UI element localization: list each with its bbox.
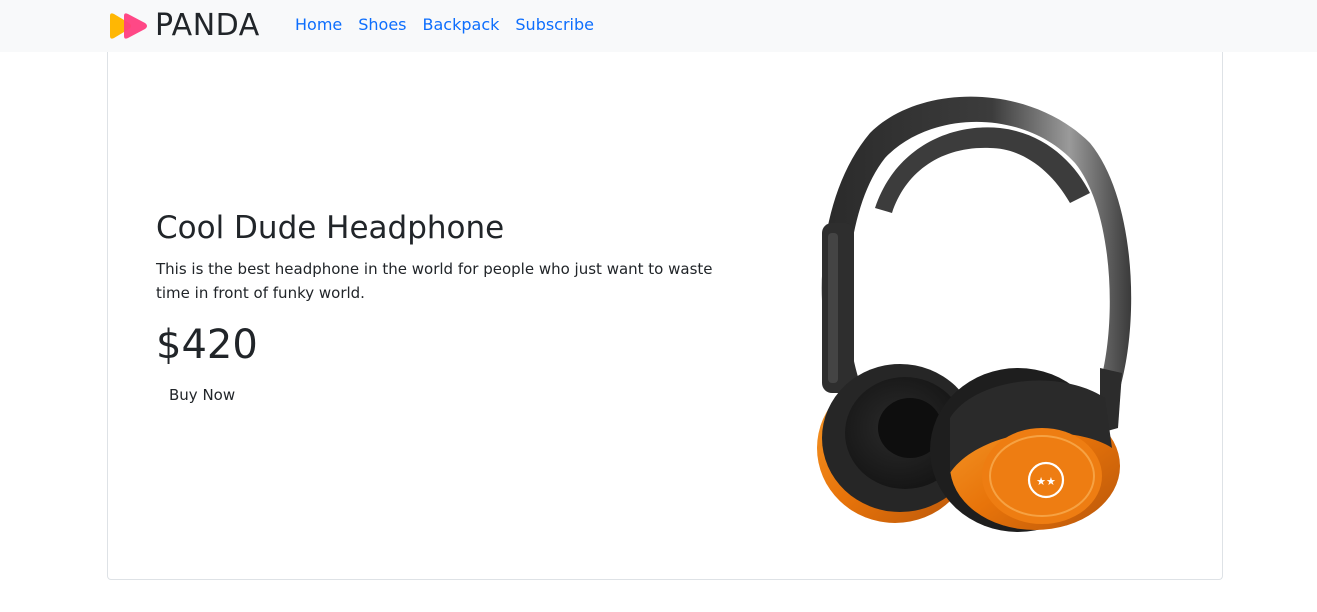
brand-name: PANDA: [155, 8, 260, 43]
nav-shoes[interactable]: Shoes: [350, 14, 414, 36]
product-price: $420: [156, 322, 258, 368]
nav-subscribe[interactable]: Subscribe: [507, 14, 602, 36]
brand-link[interactable]: PANDA: [107, 8, 260, 43]
nav-backpack[interactable]: Backpack: [415, 14, 508, 36]
buy-now-button[interactable]: Buy Now: [156, 382, 248, 408]
svg-text:★★: ★★: [1036, 475, 1056, 488]
product-description: This is the best headphone in the world …: [156, 260, 713, 302]
product-card: Cool Dude Headphone This is the best hea…: [107, 52, 1223, 580]
navbar: PANDA Home Shoes Backpack Subscribe: [0, 0, 1317, 52]
nav-home[interactable]: Home: [287, 14, 350, 36]
nav-links: Home Shoes Backpack Subscribe: [287, 14, 602, 36]
headphone-image: ★★: [817, 96, 1132, 532]
product-title: Cool Dude Headphone: [156, 210, 505, 246]
panda-play-logo-icon: [110, 12, 147, 39]
